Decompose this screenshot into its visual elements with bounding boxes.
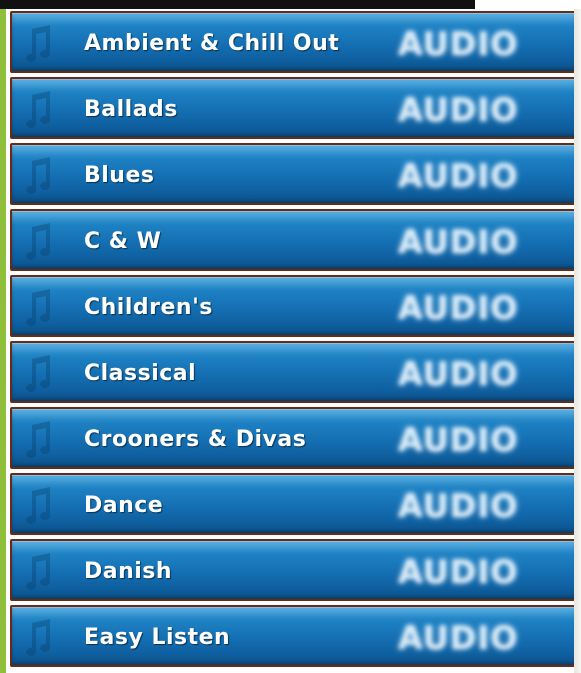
genre-label: Danish: [84, 559, 173, 584]
genre-row-dance[interactable]: Dance AUDIO: [10, 473, 578, 535]
audio-badge: AUDIO: [398, 553, 519, 591]
genre-label: Easy Listen: [84, 625, 231, 650]
audio-badge: AUDIO: [398, 289, 519, 327]
genre-row-blues[interactable]: Blues AUDIO: [10, 143, 578, 205]
genre-label: C & W: [84, 229, 162, 254]
genre-row-c-and-w[interactable]: C & W AUDIO: [10, 209, 578, 271]
genre-label: Blues: [84, 163, 155, 188]
genre-panel: Ambient & Chill Out AUDIO Ballads AUDIO …: [0, 9, 581, 673]
genre-label: Ambient & Chill Out: [84, 31, 340, 56]
music-note-icon: [26, 223, 51, 260]
audio-badge: AUDIO: [398, 619, 519, 657]
music-note-icon: [26, 619, 51, 656]
music-note-icon: [26, 289, 51, 326]
genre-row-crooners-divas[interactable]: Crooners & Divas AUDIO: [10, 407, 578, 469]
genre-row-danish[interactable]: Danish AUDIO: [10, 539, 578, 601]
music-note-icon: [26, 157, 51, 194]
top-divider-bar: [0, 0, 475, 9]
genre-row-childrens[interactable]: Children's AUDIO: [10, 275, 578, 337]
audio-badge: AUDIO: [398, 157, 519, 195]
music-note-icon: [26, 487, 51, 524]
genre-label: Classical: [84, 361, 197, 386]
genre-row-ambient-chill-out[interactable]: Ambient & Chill Out AUDIO: [10, 11, 578, 73]
genre-label: Dance: [84, 493, 164, 518]
music-note-icon: [26, 25, 51, 62]
audio-badge: AUDIO: [398, 355, 519, 393]
audio-badge: AUDIO: [398, 25, 519, 63]
genre-list: Ambient & Chill Out AUDIO Ballads AUDIO …: [10, 11, 578, 671]
genre-label: Crooners & Divas: [84, 427, 307, 452]
genre-row-easy-listen[interactable]: Easy Listen AUDIO: [10, 605, 578, 667]
genre-row-ballads[interactable]: Ballads AUDIO: [10, 77, 578, 139]
audio-badge: AUDIO: [398, 421, 519, 459]
music-note-icon: [26, 553, 51, 590]
genre-row-classical[interactable]: Classical AUDIO: [10, 341, 578, 403]
audio-badge: AUDIO: [398, 223, 519, 261]
audio-badge: AUDIO: [398, 91, 519, 129]
music-note-icon: [26, 355, 51, 392]
genre-label: Children's: [84, 295, 213, 320]
music-note-icon: [26, 421, 51, 458]
genre-label: Ballads: [84, 97, 178, 122]
audio-badge: AUDIO: [398, 487, 519, 525]
music-note-icon: [26, 91, 51, 128]
